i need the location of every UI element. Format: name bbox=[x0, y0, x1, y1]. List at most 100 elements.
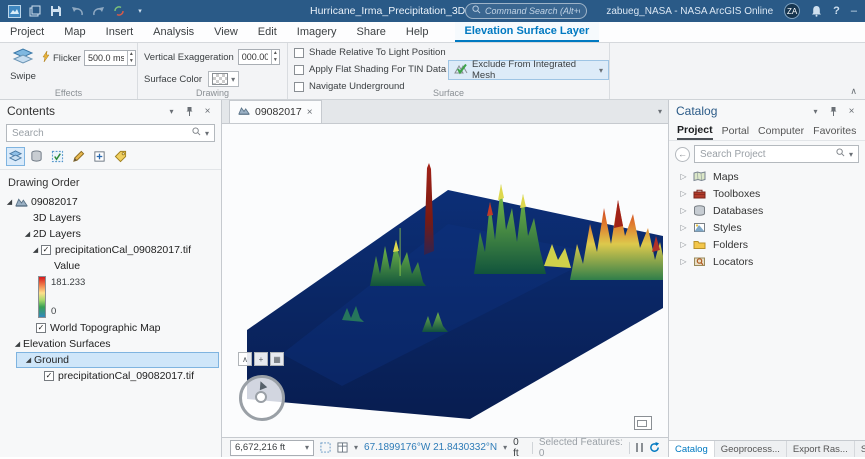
catalog-tab-portal[interactable]: Portal bbox=[722, 123, 749, 139]
exclude-integrated-mesh-button[interactable]: Exclude From Integrated Mesh ▾ bbox=[448, 59, 609, 81]
list-by-data-source-button[interactable] bbox=[27, 147, 46, 166]
list-by-editing-button[interactable] bbox=[69, 147, 88, 166]
bottom-tab-symbology[interactable]: Symbolo... bbox=[855, 441, 865, 457]
layer-checkbox[interactable]: ✓ bbox=[44, 371, 54, 381]
contents-search-input[interactable] bbox=[12, 127, 188, 139]
expander-icon[interactable]: ◢ bbox=[23, 356, 34, 364]
flicker-duration-field[interactable]: ▲▼ bbox=[83, 50, 136, 66]
expander-icon[interactable]: ▷ bbox=[678, 172, 689, 181]
catalog-item-toolboxes[interactable]: ▷ Toolboxes bbox=[669, 185, 865, 202]
vertical-exaggeration-spinner[interactable]: ▲ ▼ bbox=[270, 50, 279, 64]
back-icon[interactable]: ← bbox=[675, 146, 690, 162]
tab-edit[interactable]: Edit bbox=[248, 22, 287, 42]
list-by-drawing-order-button[interactable] bbox=[6, 147, 25, 166]
contents-search[interactable]: ▾ bbox=[6, 124, 215, 142]
undo-icon[interactable] bbox=[70, 4, 84, 18]
expander-icon[interactable]: ◢ bbox=[12, 340, 23, 348]
command-search[interactable] bbox=[465, 3, 587, 19]
swipe-button[interactable]: Swipe bbox=[6, 46, 40, 88]
redo-icon[interactable] bbox=[91, 4, 105, 18]
tab-help[interactable]: Help bbox=[396, 22, 439, 42]
tab-imagery[interactable]: Imagery bbox=[287, 22, 347, 42]
chevron-down-icon[interactable]: ▾ bbox=[354, 443, 358, 452]
flicker-spinner[interactable]: ▲ ▼ bbox=[126, 51, 135, 65]
tab-view[interactable]: View bbox=[204, 22, 248, 42]
list-by-selection-button[interactable] bbox=[48, 147, 67, 166]
collapse-navigator-icon[interactable]: ∧ bbox=[238, 352, 252, 366]
tab-insert[interactable]: Insert bbox=[96, 22, 144, 42]
expander-icon[interactable]: ▷ bbox=[678, 240, 689, 249]
catalog-item-locators[interactable]: ▷ Locators bbox=[669, 253, 865, 270]
bottom-tab-geoprocessing[interactable]: Geoprocess... bbox=[715, 441, 787, 457]
pause-drawing-icon[interactable] bbox=[636, 443, 643, 452]
catalog-item-databases[interactable]: ▷ Databases bbox=[669, 202, 865, 219]
catalog-item-folders[interactable]: ▷ Folders bbox=[669, 236, 865, 253]
help-icon[interactable]: ? bbox=[833, 5, 840, 17]
chevron-down-icon[interactable]: ▾ bbox=[658, 107, 662, 116]
catalog-search-input[interactable] bbox=[700, 148, 832, 160]
tree-item-elevation-surfaces[interactable]: ◢ Elevation Surfaces bbox=[0, 336, 221, 352]
catalog-tab-computer[interactable]: Computer bbox=[758, 123, 804, 139]
close-icon[interactable]: × bbox=[201, 106, 214, 117]
minimize-icon[interactable]: – bbox=[851, 5, 857, 17]
navigator-compass[interactable] bbox=[239, 375, 285, 421]
checkbox[interactable] bbox=[294, 47, 304, 58]
signed-in-account[interactable]: zabueg_NASA - NASA ArcGIS Online bbox=[606, 6, 773, 17]
expander-icon[interactable]: ▷ bbox=[678, 257, 689, 266]
heading-icon[interactable]: ▦ bbox=[270, 352, 284, 366]
close-icon[interactable]: × bbox=[307, 107, 313, 118]
catalog-item-styles[interactable]: ▷ Styles bbox=[669, 219, 865, 236]
sync-icon[interactable] bbox=[112, 4, 126, 18]
checkbox[interactable] bbox=[294, 64, 304, 75]
scale-combo[interactable]: 6,672,216 ft ▾ bbox=[230, 439, 314, 456]
view-tab-09082017[interactable]: 09082017 × bbox=[229, 100, 322, 123]
overview-window-button[interactable] bbox=[634, 416, 652, 430]
expander-icon[interactable]: ◢ bbox=[30, 246, 41, 254]
tree-item-basemap[interactable]: ✓ World Topographic Map bbox=[0, 320, 221, 336]
catalog-search[interactable]: ▾ bbox=[694, 145, 860, 163]
tab-analysis[interactable]: Analysis bbox=[143, 22, 204, 42]
pin-icon[interactable] bbox=[827, 106, 840, 117]
tree-item-precip-elevation[interactable]: ✓ precipitationCal_09082017.tif bbox=[0, 368, 221, 384]
tree-item-scene[interactable]: ◢ 09082017 bbox=[0, 194, 221, 210]
pointer-coordinates[interactable]: 67.1899176°W 21.8430332°N bbox=[364, 442, 497, 453]
selection-tool-icon[interactable] bbox=[320, 442, 331, 453]
list-by-snapping-button[interactable] bbox=[90, 147, 109, 166]
bottom-tab-export-raster[interactable]: Export Ras... bbox=[787, 441, 855, 457]
list-by-labeling-button[interactable] bbox=[111, 147, 130, 166]
tab-map[interactable]: Map bbox=[54, 22, 95, 42]
pin-icon[interactable] bbox=[183, 106, 196, 117]
tree-item-ground[interactable]: ◢ Ground bbox=[16, 352, 219, 368]
tab-project[interactable]: Project bbox=[0, 22, 54, 42]
chevron-down-icon[interactable]: ▾ bbox=[809, 107, 822, 116]
surface-color-dropdown[interactable]: ▾ bbox=[208, 71, 240, 87]
expander-icon[interactable]: ◢ bbox=[22, 230, 33, 238]
customize-toolbar-icon[interactable]: ▾ bbox=[133, 4, 147, 18]
tab-elevation-surface-layer[interactable]: Elevation Surface Layer bbox=[454, 22, 600, 42]
refresh-icon[interactable] bbox=[649, 442, 660, 453]
chevron-down-icon[interactable]: ▾ bbox=[165, 107, 178, 116]
catalog-tab-favorites[interactable]: Favorites bbox=[813, 123, 856, 139]
flat-shading-checkbox[interactable]: Apply Flat Shading For TIN Data bbox=[294, 64, 446, 75]
chevron-down-icon[interactable]: ▾ bbox=[503, 443, 507, 452]
command-search-input[interactable] bbox=[485, 6, 580, 16]
vertical-exaggeration-input[interactable] bbox=[238, 52, 271, 62]
app-icon[interactable] bbox=[7, 4, 21, 18]
scene-3d-view[interactable]: ∧ + ▦ bbox=[222, 124, 668, 437]
expander-icon[interactable]: ◢ bbox=[4, 198, 15, 206]
expander-icon[interactable]: ▷ bbox=[678, 223, 689, 232]
bottom-tab-catalog[interactable]: Catalog bbox=[669, 441, 715, 457]
catalog-item-maps[interactable]: ▷ Maps bbox=[669, 168, 865, 185]
attribute-table-icon[interactable] bbox=[337, 442, 348, 453]
tab-share[interactable]: Share bbox=[347, 22, 396, 42]
expander-icon[interactable]: ▷ bbox=[678, 189, 689, 198]
collapse-ribbon-icon[interactable]: ∧ bbox=[850, 86, 857, 97]
save-icon[interactable] bbox=[49, 4, 63, 18]
catalog-tab-project[interactable]: Project bbox=[677, 122, 713, 140]
notifications-bell-icon[interactable] bbox=[811, 5, 822, 17]
expander-icon[interactable]: ▷ bbox=[678, 206, 689, 215]
user-avatar[interactable]: ZA bbox=[784, 3, 801, 19]
layer-checkbox[interactable]: ✓ bbox=[41, 245, 51, 255]
tree-item-3d-layers[interactable]: 3D Layers bbox=[0, 210, 221, 226]
close-icon[interactable]: × bbox=[845, 106, 858, 117]
